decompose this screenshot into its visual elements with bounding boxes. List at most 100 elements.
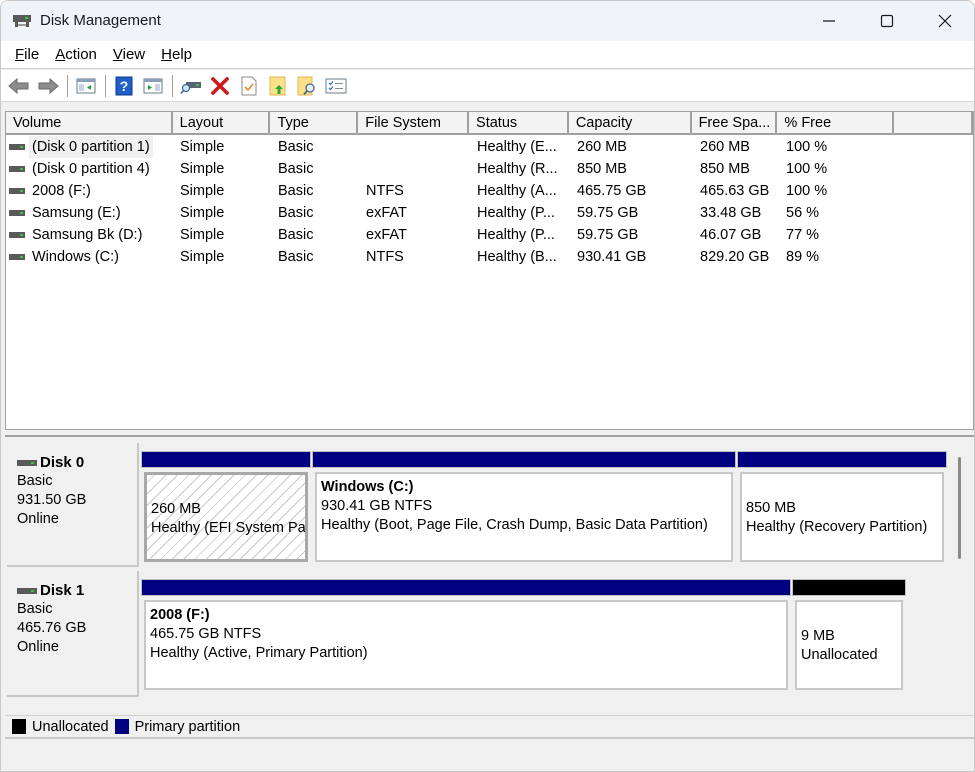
volume-row[interactable]: 2008 (F:) Simple Basic NTFS Healthy (A... 465… (6, 180, 973, 202)
legend-label-primary: Primary partition (134, 718, 241, 735)
vertical-scrollbar-thumb[interactable] (958, 457, 961, 559)
volume-row[interactable]: Samsung Bk (D:) Simple Basic exFAT Healthy (… (6, 224, 973, 246)
settings-list-icon (325, 78, 347, 93)
cell-status: Healthy (B... (477, 249, 557, 265)
disk-title: Disk 1 (17, 581, 137, 600)
show-hide-action-pane-button[interactable] (141, 74, 165, 98)
partition-size: 850 MB (746, 500, 796, 516)
cell-free-space: 33.48 GB (700, 205, 762, 221)
partition-status: Healthy (Recovery Partition) (746, 519, 928, 535)
column-header-capacity[interactable]: Capacity (568, 112, 692, 135)
forward-button[interactable] (36, 74, 60, 98)
partition-title: Windows (C:) (321, 479, 414, 495)
settings-list-button[interactable] (324, 74, 348, 98)
partition-disk-1-2008[interactable]: 2008 (F:) 465.75 GB NTFS Healthy (Active… (141, 579, 791, 693)
volume-name: Windows (C:) (32, 249, 120, 265)
partition-type-bar (737, 451, 947, 468)
maximize-button[interactable] (858, 1, 916, 41)
disk-info-disk-0[interactable]: Disk 0 Basic 931.50 GB Online (7, 443, 139, 567)
partition-status: Healthy (EFI System Pa (151, 520, 306, 536)
cell-type: Basic (278, 205, 314, 221)
properties-button[interactable] (237, 74, 261, 98)
cell-type: Basic (278, 249, 314, 265)
menu-file[interactable]: File (7, 46, 47, 63)
cell-status: Healthy (E... (477, 139, 557, 155)
partition-size: 465.75 GB NTFS (150, 626, 262, 642)
volume-list: Volume Layout Type File System Status Ca… (5, 111, 974, 430)
menu-help-accel: H (161, 46, 172, 63)
toolbar-separator (105, 74, 106, 97)
title-bar: Disk Management (1, 1, 974, 41)
partition-disk-0-windows[interactable]: Windows (C:) 930.41 GB NTFS Healthy (Boo… (312, 451, 736, 565)
cell-file-system: NTFS (366, 249, 404, 265)
show-hide-console-tree-button[interactable] (74, 74, 98, 98)
cell-percent-free: 77 % (786, 227, 820, 243)
disk-name: Disk 0 (40, 454, 85, 471)
partition-disk-0-efi[interactable]: 260 MB Healthy (EFI System Pa (141, 451, 311, 565)
partition-title: 2008 (F:) (150, 607, 210, 623)
cell-volume: 2008 (F:) (6, 180, 173, 202)
volume-row[interactable]: (Disk 0 partition 4) Simple Basic Healthy (… (6, 158, 973, 180)
legend-label-unallocated: Unallocated (32, 718, 109, 735)
cell-type: Basic (278, 161, 314, 177)
back-icon (8, 77, 29, 94)
cell-layout: Simple (180, 183, 225, 199)
partition-disk-0-recovery[interactable]: 850 MB Healthy (Recovery Partition) (737, 451, 947, 565)
back-button[interactable] (7, 74, 31, 98)
forward-icon (38, 77, 59, 94)
column-header-free-space[interactable]: Free Spa... (691, 112, 778, 135)
disk-row-disk-0[interactable]: Disk 0 Basic 931.50 GB Online 260 MB Hea… (5, 443, 947, 567)
explore-button[interactable] (295, 74, 319, 98)
maximize-icon (880, 14, 894, 28)
column-header-volume[interactable]: Volume (6, 112, 173, 135)
status-bar (1, 741, 974, 771)
minimize-button[interactable] (800, 1, 858, 41)
column-header-layout[interactable]: Layout (172, 112, 271, 135)
column-header-file-system[interactable]: File System (358, 112, 470, 135)
cell-layout: Simple (180, 139, 225, 155)
disk-size: 931.50 GB (17, 492, 87, 508)
volume-drive-icon (9, 232, 25, 238)
volume-row[interactable]: (Disk 0 partition 1) Simple Basic Healthy (… (6, 136, 973, 158)
show-hide-console-tree-icon (76, 78, 96, 93)
cell-free-space: 260 MB (700, 139, 750, 155)
disk-info-disk-1[interactable]: Disk 1 Basic 465.76 GB Online (7, 571, 139, 697)
disk-kind: Basic (17, 473, 53, 489)
disk-management-window: Disk Management File Action View Help ? (0, 0, 975, 772)
help-icon: ? (115, 76, 133, 95)
menu-view[interactable]: View (105, 46, 153, 63)
cell-status: Healthy (P... (477, 227, 555, 243)
cell-file-system: exFAT (366, 205, 407, 221)
disk-size: 465.76 GB (17, 620, 87, 636)
help-button[interactable]: ? (112, 74, 136, 98)
volume-row[interactable]: Windows (C:) Simple Basic NTFS Healthy (B...… (6, 246, 973, 268)
connect-drive-button[interactable] (179, 74, 203, 98)
cell-capacity: 465.75 GB (577, 183, 647, 199)
cell-type: Basic (278, 183, 314, 199)
partition-disk-1-unallocated[interactable]: 9 MB Unallocated (792, 579, 906, 693)
menu-help-rest: elp (171, 46, 193, 63)
partition-status: Healthy (Boot, Page File, Crash Dump, Ba… (321, 517, 708, 533)
cell-capacity: 850 MB (577, 161, 627, 177)
cell-layout: Simple (180, 161, 225, 177)
disk-state: Online (17, 639, 59, 655)
open-button[interactable] (266, 74, 290, 98)
menu-help[interactable]: Help (153, 46, 200, 63)
disk-row-disk-1[interactable]: Disk 1 Basic 465.76 GB Online 2008 (F:) … (5, 571, 915, 697)
column-header-status[interactable]: Status (469, 112, 569, 135)
close-button[interactable] (916, 1, 974, 41)
partition-size: 9 MB (801, 628, 835, 644)
volume-drive-icon (9, 144, 25, 150)
delete-button[interactable] (208, 74, 232, 98)
cell-type: Basic (278, 139, 314, 155)
volume-drive-icon (9, 210, 25, 216)
explore-icon (297, 76, 315, 95)
toolbar-separator (172, 74, 173, 97)
column-header-percent-free[interactable]: % Free (777, 112, 895, 135)
volume-row[interactable]: Samsung (E:) Simple Basic exFAT Healthy (P..… (6, 202, 973, 224)
menu-action[interactable]: Action (47, 46, 105, 63)
column-header-type[interactable]: Type (270, 112, 359, 135)
minimize-icon (823, 20, 835, 22)
menu-action-accel: A (55, 46, 66, 63)
menu-action-rest: ction (65, 46, 97, 63)
